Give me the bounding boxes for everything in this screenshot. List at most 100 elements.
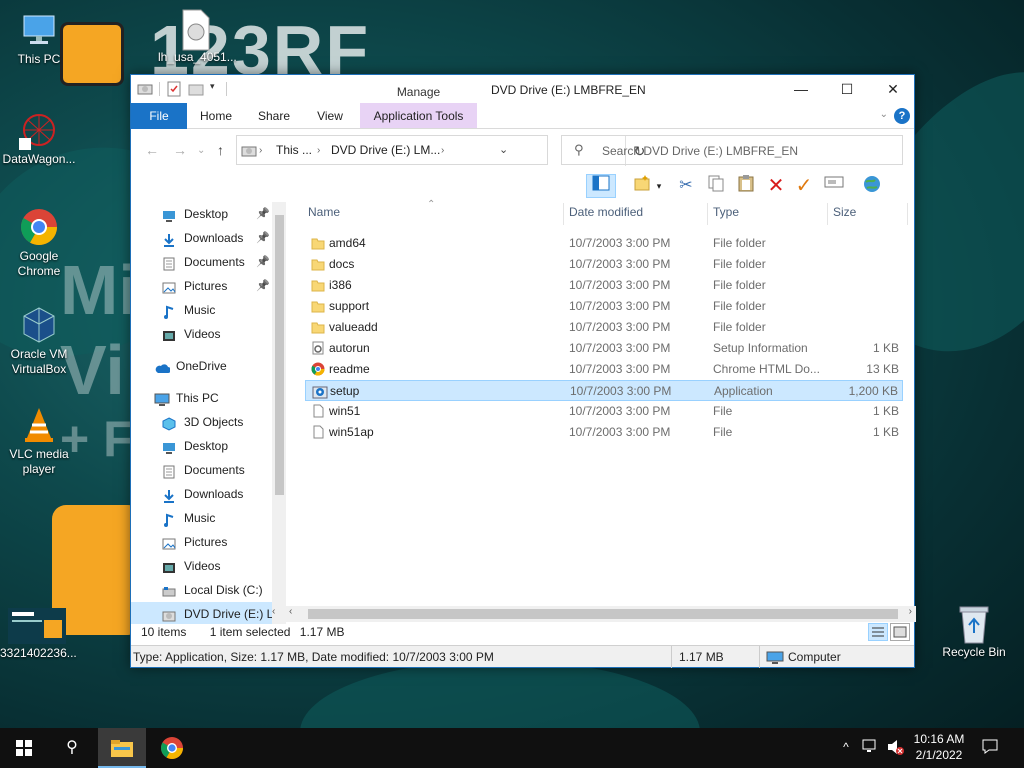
new-item-dropdown-icon[interactable]: ▾ xyxy=(654,174,664,198)
status-bar: 10 items 1 item selected 1.17 MB xyxy=(141,625,344,639)
delete-icon[interactable]: ✕ xyxy=(764,174,788,198)
column-divider[interactable] xyxy=(707,203,708,225)
cut-icon[interactable]: ✂ xyxy=(674,174,698,198)
file-name: autorun xyxy=(329,341,370,355)
nav-item-music[interactable]: Music xyxy=(131,506,286,530)
show-hidden-icons-icon[interactable]: ^ xyxy=(838,740,854,754)
nav-scrollbar-thumb[interactable] xyxy=(275,215,284,495)
desktop-icon-datawagon[interactable]: DataWagon... xyxy=(2,110,76,167)
nav-item-dvd-drive-e-lm[interactable]: DVD Drive (E:) LM xyxy=(131,602,286,624)
minimize-button[interactable]: — xyxy=(778,75,824,103)
details-view-icon[interactable] xyxy=(868,623,888,641)
up-icon[interactable]: ↑ xyxy=(217,142,224,158)
new-item-icon[interactable] xyxy=(630,174,654,198)
column-header-date[interactable]: Date modified xyxy=(569,205,643,225)
copy-icon[interactable] xyxy=(704,174,728,198)
file-explorer-taskbar-icon[interactable] xyxy=(98,728,146,768)
file-row[interactable]: readme 10/7/2003 3:00 PM Chrome HTML Do...… xyxy=(305,359,903,380)
file-date: 10/7/2003 3:00 PM xyxy=(569,425,671,439)
title-bar[interactable]: ▾ Manage DVD Drive (E:) LMBFRE_EN — ☐ ✕ xyxy=(131,75,914,103)
file-row[interactable]: setup 10/7/2003 3:00 PM Application 1,200 K… xyxy=(305,380,903,401)
checkmark-icon[interactable]: ✓ xyxy=(792,174,816,198)
nav-item-onedrive[interactable]: OneDrive xyxy=(131,354,286,378)
tab-view[interactable]: View xyxy=(307,103,353,129)
maximize-button[interactable]: ☐ xyxy=(824,75,870,103)
volume-muted-icon[interactable] xyxy=(886,738,904,759)
column-divider[interactable] xyxy=(827,203,828,225)
navigation-pane-icon[interactable] xyxy=(586,174,616,198)
column-divider[interactable] xyxy=(563,203,564,225)
breadcrumb-this-pc[interactable]: This ... xyxy=(276,143,312,157)
network-icon[interactable] xyxy=(862,738,880,757)
clock[interactable]: 10:16 AM 2/1/2022 xyxy=(906,732,972,762)
nav-item-desktop[interactable]: Desktop xyxy=(131,434,286,458)
file-row[interactable]: amd64 10/7/2003 3:00 PM File folder xyxy=(305,233,903,254)
help-icon[interactable]: ? xyxy=(894,108,910,124)
search-input[interactable]: ⚲ Search DVD Drive (E:) LMBFRE_EN xyxy=(561,135,903,165)
nav-item-3d-objects[interactable]: 3D Objects xyxy=(131,410,286,434)
nav-item-videos[interactable]: Videos xyxy=(131,554,286,578)
start-button[interactable] xyxy=(0,728,48,768)
ribbon-collapse-icon[interactable]: ⌄ xyxy=(880,109,888,120)
scroll-left-icon[interactable]: ‹ xyxy=(289,606,292,617)
desktop-icon-vlc[interactable]: VLC media player xyxy=(2,405,76,477)
nav-item-videos[interactable]: Videos xyxy=(131,322,286,346)
column-header-size[interactable]: Size xyxy=(833,205,856,225)
address-bar[interactable]: › This ... › DVD Drive (E:) LM... › ⌄ ↻ xyxy=(236,135,645,166)
column-header-name[interactable]: Name xyxy=(308,205,340,225)
back-icon[interactable]: ← xyxy=(145,142,159,158)
tab-share[interactable]: Share xyxy=(249,103,299,129)
notifications-icon[interactable] xyxy=(980,738,1000,757)
file-row[interactable]: docs 10/7/2003 3:00 PM File folder xyxy=(305,254,903,275)
nav-item-this-pc[interactable]: This PC xyxy=(131,386,286,410)
nav-item-documents[interactable]: Documents xyxy=(131,458,286,482)
recent-locations-icon[interactable]: ⌄ xyxy=(197,145,205,156)
paste-icon[interactable] xyxy=(734,174,758,198)
desktop-icon-chrome[interactable]: Google Chrome xyxy=(2,207,76,279)
nav-item-pictures[interactable]: Pictures 📌 xyxy=(131,274,286,298)
file-row[interactable]: win51ap 10/7/2003 3:00 PM File 1 KB xyxy=(305,422,903,443)
breadcrumb-dvd-drive[interactable]: DVD Drive (E:) LM... xyxy=(331,143,440,157)
scroll-right-icon[interactable]: › xyxy=(909,606,912,617)
forward-icon[interactable]: → xyxy=(173,142,187,158)
file-row[interactable]: i386 10/7/2003 3:00 PM File folder xyxy=(305,275,903,296)
rename-icon[interactable] xyxy=(822,174,846,198)
properties-icon[interactable] xyxy=(166,81,182,97)
globe-icon[interactable] xyxy=(860,174,884,198)
search-icon[interactable]: ⚲ xyxy=(48,728,96,768)
desktop-icon-screenshot[interactable]: 3321402236... xyxy=(0,608,77,661)
nav-scroll-left-icon[interactable]: ‹ xyxy=(272,606,275,617)
address-dropdown-icon[interactable]: ⌄ xyxy=(499,143,508,156)
nav-item-music[interactable]: Music xyxy=(131,298,286,322)
file-row[interactable]: win51 10/7/2003 3:00 PM File 1 KB xyxy=(305,401,903,422)
chrome-taskbar-icon[interactable] xyxy=(148,728,196,768)
desktop-icon-recycle-bin[interactable]: Recycle Bin xyxy=(937,603,1011,660)
pin-icon: 📌 xyxy=(256,256,270,268)
column-header-type[interactable]: Type xyxy=(713,205,739,225)
nav-item-downloads[interactable]: Downloads 📌 xyxy=(131,226,286,250)
horizontal-scrollbar[interactable]: ‹ › xyxy=(286,606,916,622)
tab-application-tools[interactable]: Application Tools xyxy=(360,103,477,129)
nav-item-desktop[interactable]: Desktop 📌 xyxy=(131,202,286,226)
desktop-icon-file[interactable]: lh_usa_4051... xyxy=(158,8,237,65)
desktop-icon-virtualbox[interactable]: Oracle VM VirtualBox xyxy=(2,305,76,377)
column-divider[interactable] xyxy=(907,203,908,225)
desktop-icon xyxy=(162,439,176,454)
customize-qat-icon[interactable]: ▾ xyxy=(210,81,220,97)
file-row[interactable]: support 10/7/2003 3:00 PM File folder xyxy=(305,296,903,317)
large-icons-view-icon[interactable] xyxy=(890,623,910,641)
nav-item-downloads[interactable]: Downloads xyxy=(131,482,286,506)
tab-home[interactable]: Home xyxy=(191,103,241,129)
pictures-icon xyxy=(162,279,176,294)
new-folder-icon[interactable] xyxy=(188,81,204,97)
tab-file[interactable]: File xyxy=(131,103,187,129)
nav-item-local-disk-c[interactable]: Local Disk (C:) xyxy=(131,578,286,602)
horizontal-scrollbar-thumb[interactable] xyxy=(308,609,898,619)
file-row[interactable]: valueadd 10/7/2003 3:00 PM File folder xyxy=(305,317,903,338)
nav-item-pictures[interactable]: Pictures xyxy=(131,530,286,554)
file-row[interactable]: autorun 10/7/2003 3:00 PM Setup Informatio… xyxy=(305,338,903,359)
drive-icon[interactable] xyxy=(137,81,153,97)
nav-item-documents[interactable]: Documents 📌 xyxy=(131,250,286,274)
desktop-icon-this-pc[interactable]: This PC xyxy=(2,10,76,67)
close-button[interactable]: ✕ xyxy=(870,75,916,103)
